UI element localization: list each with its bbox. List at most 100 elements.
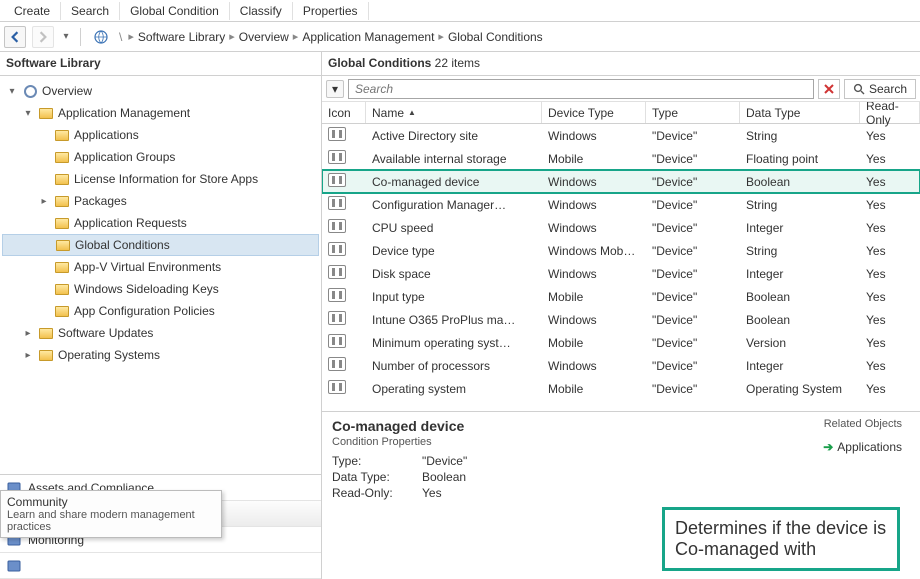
row-data-cell: String	[740, 244, 860, 258]
tree-item-label: Application Management	[58, 106, 190, 120]
breadcrumb-item[interactable]: Global Conditions	[448, 30, 543, 44]
row-type-cell: "Device"	[646, 152, 740, 166]
col-read-only[interactable]: Read-Only	[860, 102, 920, 123]
row-data-cell: Boolean	[740, 290, 860, 304]
menu-global-condition[interactable]: Global Condition	[120, 2, 230, 20]
tree-item-label: Windows Sideloading Keys	[74, 282, 219, 296]
row-icon-cell	[322, 150, 366, 167]
nav-history-dropdown[interactable]: ▾	[60, 31, 72, 42]
table-row[interactable]: Number of processorsWindows"Device"Integ…	[322, 354, 920, 377]
table-row[interactable]: Input typeMobile"Device"BooleanYes	[322, 285, 920, 308]
menu-classify[interactable]: Classify	[230, 2, 293, 20]
search-button[interactable]: Search	[844, 79, 916, 99]
row-readonly-cell: Yes	[860, 290, 920, 304]
sort-asc-icon: ▲	[408, 108, 416, 117]
left-panel-title: Software Library	[0, 52, 321, 76]
search-row: ▾ Search	[322, 76, 920, 102]
tree-item-applications[interactable]: Applications	[2, 124, 319, 146]
tree-item-application-requests[interactable]: Application Requests	[2, 212, 319, 234]
results-table: Icon Name▲ Device Type Type Data Type Re…	[322, 102, 920, 411]
list-header: Global Conditions 22 items	[322, 52, 920, 76]
tree-item-global-conditions[interactable]: Global Conditions	[2, 234, 319, 256]
main-panel: Global Conditions 22 items ▾ Search Icon…	[322, 52, 920, 579]
expander-icon[interactable]: ▸	[38, 196, 50, 207]
key-icon	[54, 281, 70, 297]
search-input[interactable]	[348, 79, 814, 99]
app-icon	[54, 127, 70, 143]
expander-icon[interactable]: ▾	[6, 86, 18, 97]
navigation-tree[interactable]: ▾ Overview ▾ Application Management Applicat…	[0, 76, 321, 474]
tree-item-label: Global Conditions	[75, 238, 170, 252]
table-row[interactable]: Operating systemMobile"Device"Operating …	[322, 377, 920, 400]
row-readonly-cell: Yes	[860, 175, 920, 189]
tree-item-label: Overview	[42, 84, 92, 98]
tree-item-operating-systems[interactable]: ▸Operating Systems	[2, 344, 319, 366]
row-name-cell: Intune O365 ProPlus ma…	[366, 313, 542, 327]
appv-icon	[54, 259, 70, 275]
clear-search-button[interactable]	[818, 79, 840, 99]
condition-icon	[328, 219, 346, 233]
row-name-cell: Input type	[366, 290, 542, 304]
breadcrumb-item[interactable]: Application Management	[302, 30, 434, 44]
prop-ro-label: Read-Only:	[332, 486, 422, 500]
applications-link[interactable]: ➔Applications	[823, 440, 902, 454]
col-data-type[interactable]: Data Type	[740, 102, 860, 123]
menu-search[interactable]: Search	[61, 2, 120, 20]
tree-item-packages[interactable]: ▸Packages	[2, 190, 319, 212]
condition-icon	[328, 196, 346, 210]
row-type-cell: "Device"	[646, 267, 740, 281]
table-row[interactable]: Intune O365 ProPlus ma…Windows"Device"Bo…	[322, 308, 920, 331]
breadcrumb-item[interactable]: Software Library	[138, 30, 225, 44]
row-name-cell: Active Directory site	[366, 129, 542, 143]
table-row[interactable]: Configuration Manager…Windows"Device"Str…	[322, 193, 920, 216]
table-row[interactable]: Device typeWindows Mob…"Device"StringYes	[322, 239, 920, 262]
col-name[interactable]: Name▲	[366, 102, 542, 123]
tooltip-title: Community	[7, 495, 215, 509]
table-row[interactable]: Co-managed deviceWindows"Device"BooleanY…	[322, 170, 920, 193]
search-dropdown-button[interactable]: ▾	[326, 80, 344, 98]
tree-item-windows-sideloading-keys[interactable]: Windows Sideloading Keys	[2, 278, 319, 300]
gc-icon	[55, 237, 71, 253]
description-callout: Determines if the device is Co-managed w…	[662, 507, 900, 571]
row-device-cell: Windows	[542, 129, 646, 143]
table-row[interactable]: Active Directory siteWindows"Device"Stri…	[322, 124, 920, 147]
tree-item-overview[interactable]: ▾ Overview	[2, 80, 319, 102]
table-row[interactable]: Available internal storageMobile"Device"…	[322, 147, 920, 170]
expander-icon[interactable]: ▸	[22, 328, 34, 339]
row-type-cell: "Device"	[646, 198, 740, 212]
table-row[interactable]: Disk spaceWindows"Device"IntegerYes	[322, 262, 920, 285]
folder-icon	[38, 325, 54, 341]
row-icon-cell	[322, 265, 366, 282]
col-icon[interactable]: Icon	[322, 102, 366, 123]
tree-item-app-configuration-policies[interactable]: App Configuration Policies	[2, 300, 319, 322]
row-readonly-cell: Yes	[860, 129, 920, 143]
tree-item-label: App-V Virtual Environments	[74, 260, 221, 274]
workspace-item[interactable]	[0, 553, 321, 579]
table-row[interactable]: Minimum operating syst…Mobile"Device"Ver…	[322, 331, 920, 354]
tree-item-application-groups[interactable]: Application Groups	[2, 146, 319, 168]
expander-icon[interactable]: ▸	[22, 350, 34, 361]
row-icon-cell	[322, 242, 366, 259]
row-name-cell: Available internal storage	[366, 152, 542, 166]
col-device-type[interactable]: Device Type	[542, 102, 646, 123]
tree-item-application-management[interactable]: ▾ Application Management	[2, 102, 319, 124]
tree-item-label: Application Requests	[74, 216, 187, 230]
row-readonly-cell: Yes	[860, 267, 920, 281]
tree-item-software-updates[interactable]: ▸Software Updates	[2, 322, 319, 344]
menu-create[interactable]: Create	[4, 2, 61, 20]
row-icon-cell	[322, 334, 366, 351]
row-data-cell: Floating point	[740, 152, 860, 166]
row-type-cell: "Device"	[646, 244, 740, 258]
tree-item-license-information-for-store-apps[interactable]: License Information for Store Apps	[2, 168, 319, 190]
breadcrumb-item[interactable]: Overview	[239, 30, 289, 44]
breadcrumb-sep: \	[119, 30, 122, 44]
related-objects-label: Related Objects	[824, 418, 902, 430]
nav-back-button[interactable]	[4, 26, 26, 48]
prop-data-label: Data Type:	[332, 470, 422, 484]
menu-properties[interactable]: Properties	[293, 2, 369, 20]
expander-icon[interactable]: ▾	[22, 108, 34, 119]
row-readonly-cell: Yes	[860, 336, 920, 350]
col-type[interactable]: Type	[646, 102, 740, 123]
table-row[interactable]: CPU speedWindows"Device"IntegerYes	[322, 216, 920, 239]
tree-item-app-v-virtual-environments[interactable]: App-V Virtual Environments	[2, 256, 319, 278]
